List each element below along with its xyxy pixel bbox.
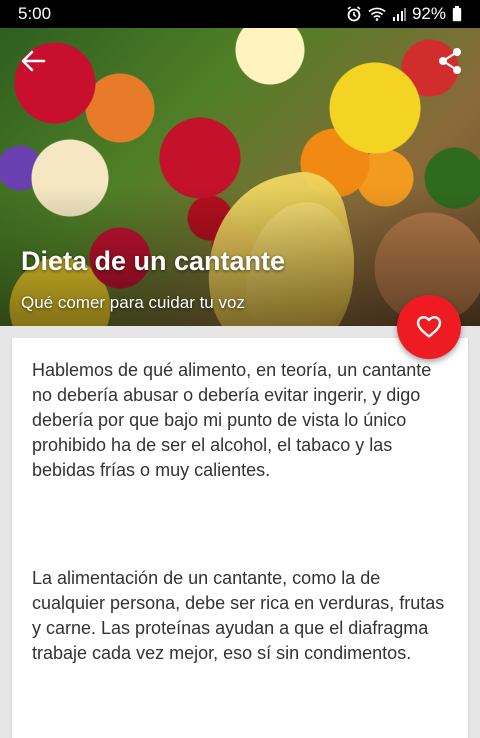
favorite-button[interactable] bbox=[397, 295, 461, 359]
page-subtitle: Qué comer para cuidar tu voz bbox=[21, 293, 245, 312]
signal-icon bbox=[392, 7, 406, 21]
heart-outline-icon bbox=[416, 316, 442, 338]
article-paragraph: La alimentación de un cantante, como la … bbox=[32, 568, 445, 663]
status-icons: 92% bbox=[346, 4, 462, 24]
status-bar: 5:00 92% bbox=[0, 0, 480, 28]
page-title: Dieta de un cantante bbox=[21, 246, 286, 276]
header-image bbox=[0, 28, 480, 326]
share-button[interactable] bbox=[436, 46, 464, 76]
wifi-icon bbox=[368, 7, 386, 21]
status-time: 5:00 bbox=[18, 4, 52, 23]
battery-icon bbox=[452, 6, 462, 22]
alarm-icon bbox=[346, 6, 362, 22]
article-card: Hablemos de qué alimento, en teoría, un … bbox=[12, 338, 468, 738]
share-icon bbox=[439, 48, 461, 74]
article-paragraph: Hablemos de qué alimento, en teoría, un … bbox=[32, 360, 432, 480]
back-button[interactable] bbox=[18, 46, 48, 76]
arrow-left-icon bbox=[21, 50, 46, 72]
battery-percent: 92% bbox=[411, 4, 446, 23]
